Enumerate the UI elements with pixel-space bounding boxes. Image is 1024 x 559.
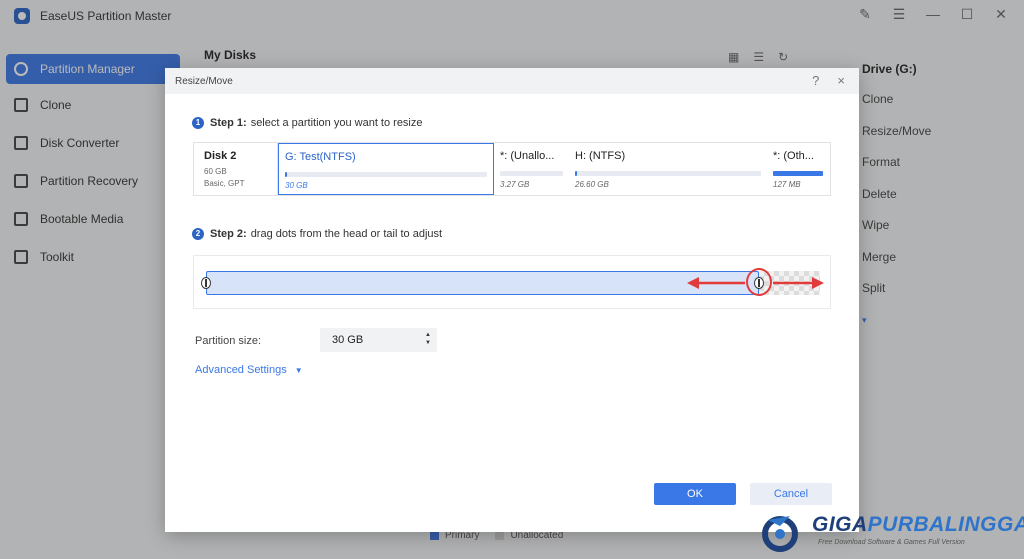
partition-usage-bar — [500, 171, 563, 176]
partition-size-stepper[interactable]: 30 GB ▲ ▼ — [320, 328, 437, 352]
cancel-button[interactable]: Cancel — [750, 483, 832, 505]
dialog-close-icon[interactable]: × — [837, 73, 845, 88]
drag-direction-arrows — [687, 277, 824, 289]
usage-fill — [575, 171, 577, 176]
stepper-arrows[interactable]: ▲ ▼ — [425, 331, 431, 347]
dialog-title: Resize/Move — [175, 75, 233, 87]
partition-name: *: (Unallo... — [500, 150, 555, 162]
disk-size: 60 GB — [204, 167, 227, 176]
ok-button[interactable]: OK — [654, 483, 736, 505]
partition-usage-bar — [575, 171, 761, 176]
usage-fill — [285, 172, 288, 177]
partition-size: 26.60 GB — [575, 180, 609, 189]
partition-name: H: (NTFS) — [575, 150, 626, 162]
usage-fill — [773, 171, 823, 176]
partition-name: *: (Oth... — [773, 150, 814, 162]
partition-selector: Disk 2 60 GB Basic, GPT G: Test(NTFS) 30… — [193, 142, 831, 196]
step-1-number-icon: 1 — [192, 117, 204, 129]
left-arrowhead — [687, 277, 699, 289]
watermark: GIGAPURBALINGGA Free Download Software &… — [760, 510, 1024, 556]
resize-slider-track[interactable] — [201, 268, 824, 296]
help-icon[interactable]: ? — [812, 73, 819, 88]
step-1-label: Step 1: — [210, 117, 247, 129]
right-arrowhead — [812, 277, 824, 289]
partition-size: 3.27 GB — [500, 180, 530, 189]
step-2-text: drag dots from the head or tail to adjus… — [250, 228, 443, 240]
partition-size: 127 MB — [773, 180, 801, 189]
stepper-down-icon[interactable]: ▼ — [425, 339, 431, 347]
disk-info: Disk 2 60 GB Basic, GPT — [194, 143, 278, 195]
step-1-instruction: 1 Step 1: select a partition you want to… — [192, 117, 423, 129]
watermark-name: GIGAPURBALINGGA — [812, 513, 1024, 536]
step-2-instruction: 2 Step 2: drag dots from the head or tai… — [192, 228, 442, 240]
partition-usage-bar — [285, 172, 487, 177]
partition-h-ntfs[interactable]: H: (NTFS) 26.60 GB — [569, 143, 767, 195]
advanced-settings-label[interactable]: Advanced Settings — [195, 364, 287, 376]
step-2-number-icon: 2 — [192, 228, 204, 240]
disk-type: Basic, GPT — [204, 179, 245, 188]
disk-name: Disk 2 — [204, 150, 237, 162]
partition-g-test[interactable]: G: Test(NTFS) 30 GB — [278, 143, 494, 195]
partition-other[interactable]: *: (Oth... 127 MB — [767, 143, 829, 195]
advanced-settings-toggle[interactable]: Advanced Settings ▼ — [195, 364, 303, 376]
partition-size-value[interactable]: 30 GB — [332, 334, 363, 346]
chevron-down-icon: ▼ — [294, 366, 303, 375]
dialog-controls: ? × — [812, 73, 845, 88]
watermark-logo-icon — [762, 516, 798, 552]
partition-usage-bar — [773, 171, 823, 176]
step-2-label: Step 2: — [210, 228, 247, 240]
partition-unallocated[interactable]: *: (Unallo... 3.27 GB — [494, 143, 569, 195]
partition-size: 30 GB — [285, 181, 308, 190]
step-1-text: select a partition you want to resize — [250, 117, 423, 129]
partition-size-label: Partition size: — [195, 335, 262, 347]
resize-move-dialog: Resize/Move ? × 1 Step 1: select a parti… — [165, 68, 859, 532]
dialog-titlebar: Resize/Move ? × — [165, 68, 859, 94]
partition-name: G: Test(NTFS) — [285, 151, 356, 163]
stepper-up-icon[interactable]: ▲ — [425, 331, 431, 339]
watermark-tagline: Free Download Software & Games Full Vers… — [818, 539, 965, 546]
resize-slider-area — [193, 255, 831, 309]
